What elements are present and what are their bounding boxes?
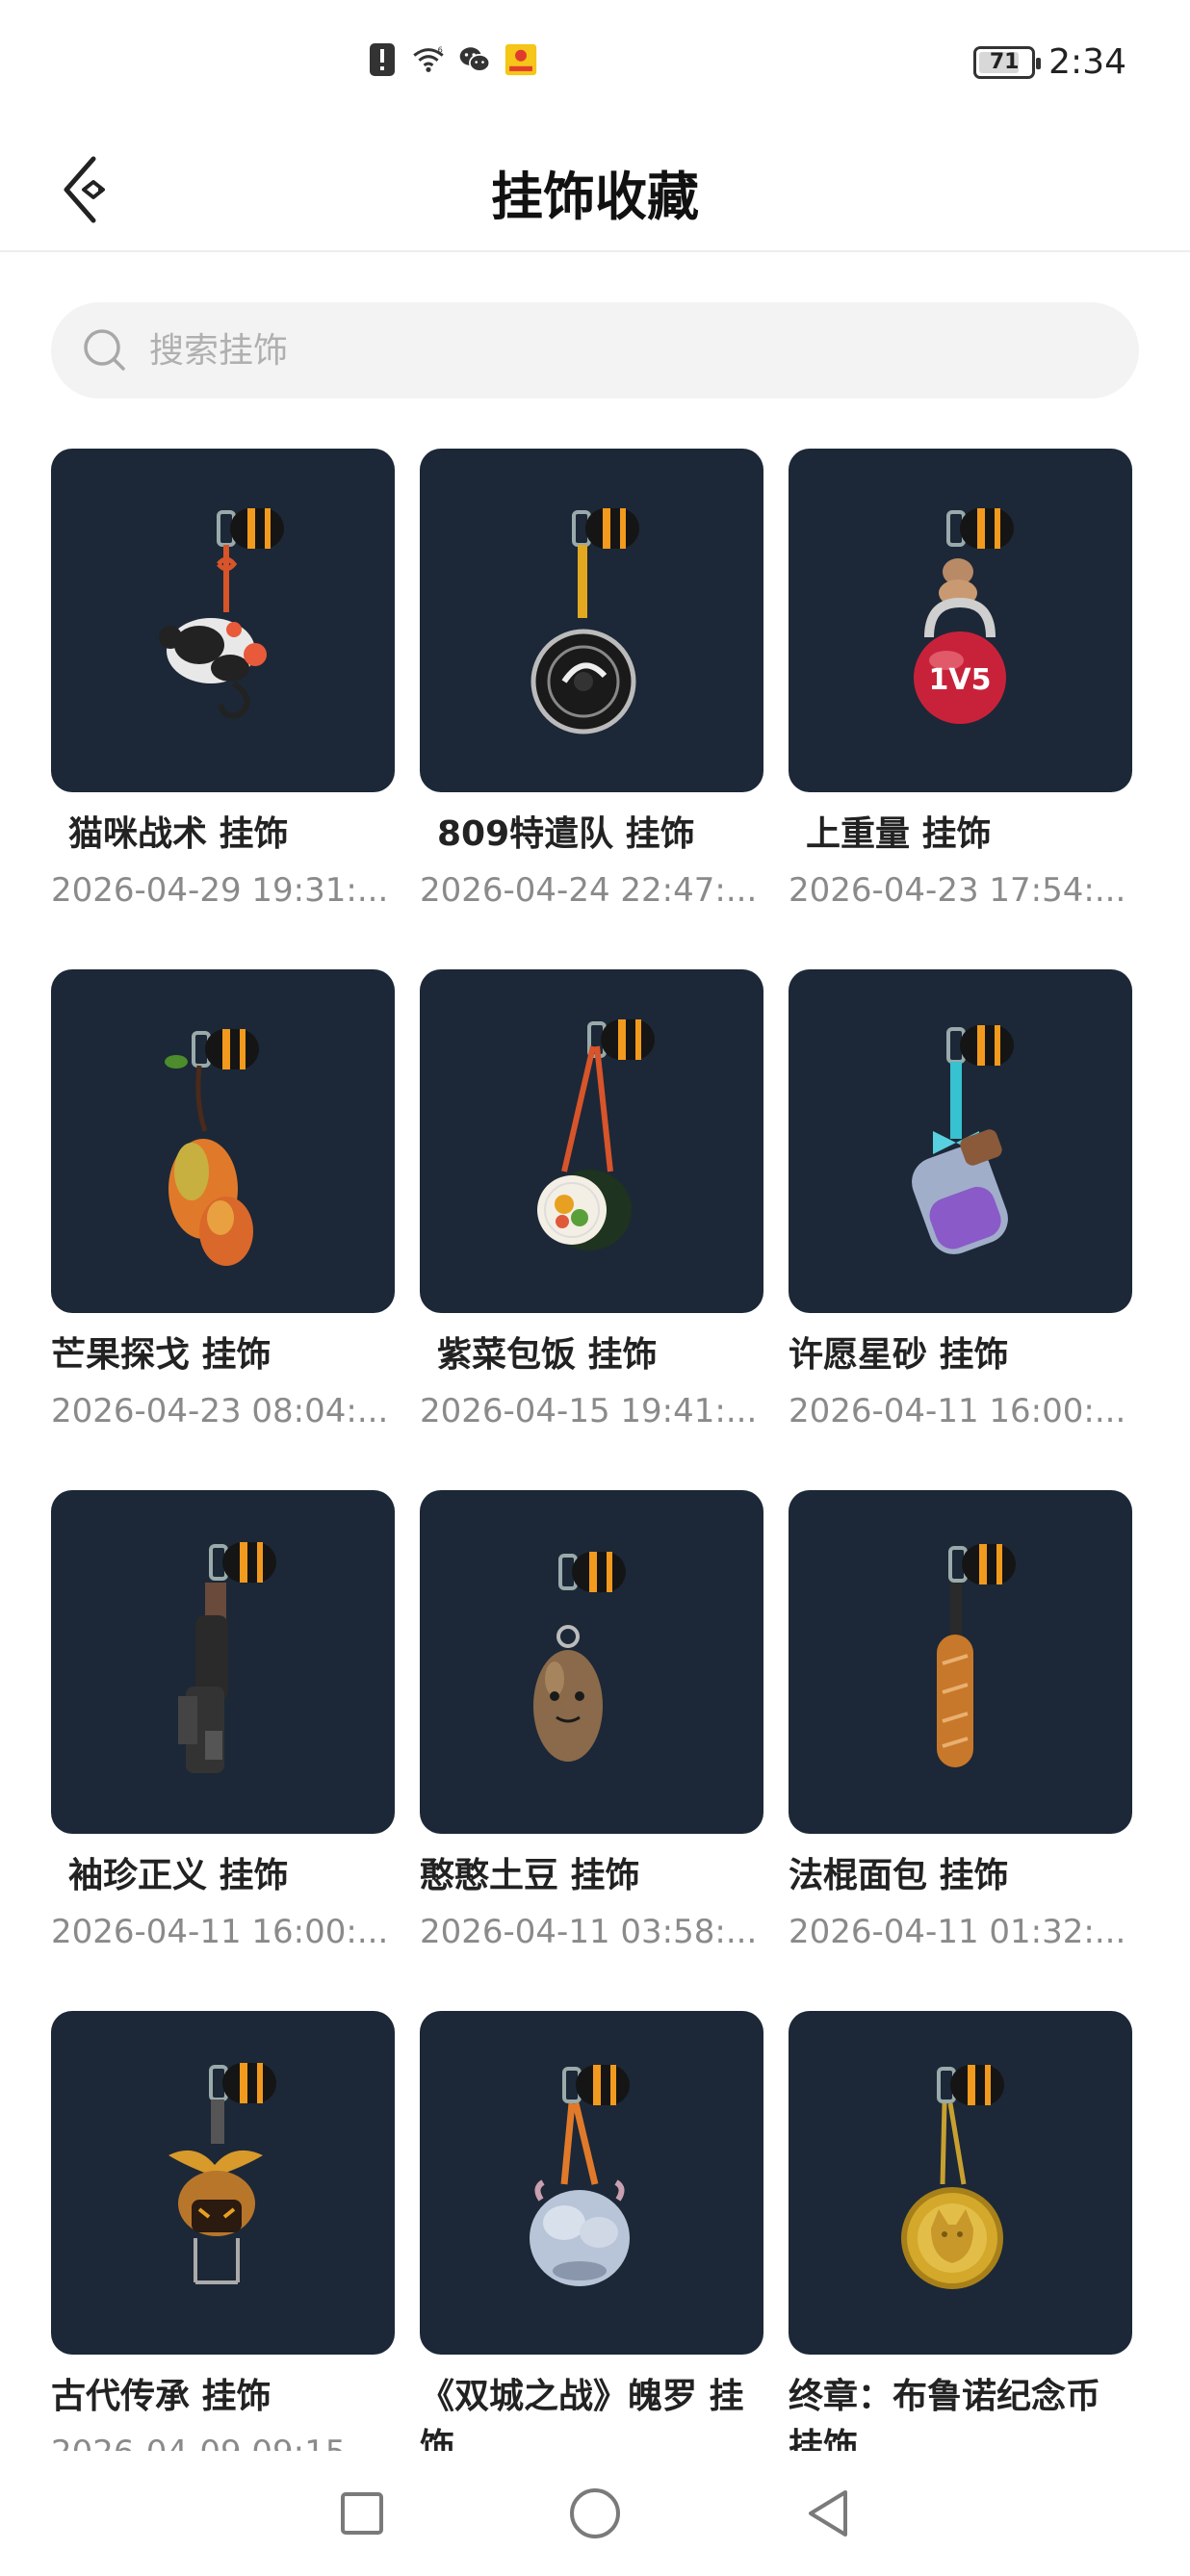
item-thumbnail [420, 969, 763, 1313]
keychain-clip-icon [946, 1025, 1014, 1066]
item-thumbnail [420, 1490, 763, 1834]
recents-square-icon [341, 2492, 383, 2535]
item-name: 终章：布鲁诺纪念币 挂饰 [789, 2377, 1101, 2451]
recents-button[interactable] [327, 2479, 397, 2548]
status-icons: 6 [366, 40, 537, 79]
item-card[interactable]: 古代传承 挂饰 2026-04-09 09:15... [51, 2011, 395, 2451]
home-circle-icon [570, 2488, 620, 2538]
item-thumbnail [51, 1490, 395, 1834]
page-title: 挂饰收藏 [491, 167, 699, 227]
keychain-clip-icon [209, 2063, 276, 2103]
search-bar[interactable] [51, 302, 1139, 399]
item-card[interactable]: 终章：布鲁诺纪念币 挂饰 [789, 2011, 1132, 2451]
item-date: 2026-04-11 01:32:... [789, 1913, 1126, 1951]
keychain-clip-icon [948, 1544, 1016, 1584]
keychain-clip-icon [937, 2065, 1004, 2105]
header: 挂饰收藏 [0, 125, 1190, 252]
item-card[interactable]: 袖珍正义 挂饰 2026-04-11 16:00:... [51, 1490, 395, 2011]
item-card[interactable]: 809特遣队 挂饰 2026-04-24 22:47:... [420, 449, 763, 969]
item-thumbnail [51, 969, 395, 1313]
svg-text:6: 6 [438, 45, 443, 55]
item-name: 紫菜包饭 挂饰 [437, 1335, 658, 1375]
item-thumbnail [420, 449, 763, 792]
kettlebell-charm-icon: 1V5 [914, 597, 1006, 724]
app-notification-icon [504, 40, 537, 79]
status-right: 71 2:34 [973, 42, 1126, 82]
item-thumbnail [420, 2011, 763, 2355]
item-date: 2026-04-29 19:31:... [51, 871, 389, 910]
item-name: 古代传承 挂饰 [51, 2377, 272, 2416]
wechat-icon [458, 40, 491, 79]
keychain-clip-icon [209, 1542, 276, 1583]
item-thumbnail [789, 969, 1132, 1313]
back-triangle-icon [809, 2490, 847, 2537]
item-date: 2026-04-11 16:00:... [789, 1392, 1126, 1430]
keychain-clip-icon [192, 1029, 259, 1069]
kettlebell-label: 1V5 [929, 663, 992, 697]
item-card[interactable]: 猫咪战术 挂饰 2026-04-29 19:31:... [51, 449, 395, 969]
item-name: 芒果探戈 挂饰 [51, 1335, 272, 1375]
keychain-clip-icon [558, 1552, 626, 1592]
baguette-charm-icon [937, 1635, 973, 1767]
item-date: 2026-04-23 17:54:... [789, 871, 1126, 910]
item-name: 809特遣队 挂饰 [437, 814, 695, 854]
item-thumbnail [51, 449, 395, 792]
nav-back-button[interactable] [793, 2479, 863, 2548]
item-card[interactable]: 许愿星砂 挂饰 2026-04-11 16:00:... [789, 969, 1132, 1490]
home-button[interactable] [560, 2479, 630, 2548]
item-card[interactable]: 1V5 上重量 挂饰 2026-04-23 17:54:... [789, 449, 1132, 969]
item-card[interactable]: 芒果探戈 挂饰 2026-04-23 08:04:... [51, 969, 395, 1490]
potato-charm-icon [533, 1650, 603, 1762]
item-name: 袖珍正义 挂饰 [68, 1856, 289, 1895]
battery-level: 71 [989, 50, 1020, 74]
keychain-clip-icon [217, 508, 284, 549]
item-name: 许愿星砂 挂饰 [789, 1335, 1009, 1375]
item-thumbnail [789, 2011, 1132, 2355]
poro-charm-icon [530, 2179, 630, 2286]
item-thumbnail: 1V5 [789, 449, 1132, 792]
item-card[interactable]: 法棍面包 挂饰 2026-04-11 01:32:... [789, 1490, 1132, 2011]
item-date: 2026-04-15 19:41:... [420, 1392, 758, 1430]
item-name: 憨憨土豆 挂饰 [420, 1856, 640, 1895]
clock: 2:34 [1048, 42, 1126, 82]
item-date: 2026-04-09 09:15... [51, 2430, 395, 2451]
mango-charm-icon [168, 1139, 253, 1266]
item-date: 2026-04-24 22:47:... [420, 871, 758, 910]
search-icon [84, 329, 125, 371]
item-thumbnail [789, 1490, 1132, 1834]
item-name: 法棍面包 挂饰 [789, 1856, 1009, 1895]
search-input[interactable] [149, 330, 1016, 371]
item-name: 上重量 挂饰 [806, 814, 992, 854]
battery-icon: 71 [973, 45, 1042, 79]
item-card[interactable]: 憨憨土豆 挂饰 2026-04-11 03:58:... [420, 1490, 763, 2011]
kimbap-charm-icon [537, 1170, 632, 1250]
cat-charm-icon [159, 618, 267, 719]
status-bar: 6 71 2:34 [0, 0, 1190, 125]
item-date: 2026-04-11 03:58:... [420, 1913, 758, 1951]
wifi-icon: 6 [412, 40, 445, 79]
item-thumbnail [51, 2011, 395, 2355]
pistol-charm-icon [178, 1583, 228, 1773]
commemorative-coin-charm-icon [901, 2187, 1003, 2289]
item-card[interactable]: 《双城之战》魄罗 挂饰 [420, 2011, 763, 2451]
samurai-helmet-charm-icon [168, 2150, 263, 2284]
keychain-clip-icon [946, 508, 1014, 549]
keychain-clip-icon [562, 2065, 630, 2105]
round-badge-charm-icon [530, 629, 636, 734]
item-name: 《双城之战》魄罗 挂饰 [420, 2377, 744, 2451]
system-navbar [0, 2451, 1190, 2576]
alert-icon [366, 40, 399, 79]
item-date: 2026-04-23 08:04:... [51, 1392, 389, 1430]
item-date: 2026-04-11 16:00:... [51, 1913, 389, 1951]
item-name: 猫咪战术 挂饰 [68, 814, 289, 854]
bottle-charm-icon [912, 1129, 1008, 1254]
items-grid-scroll[interactable]: 猫咪战术 挂饰 2026-04-29 19:31:... 809特遣队 挂饰 2… [0, 449, 1190, 2451]
keychain-clip-icon [572, 508, 639, 549]
items-grid: 猫咪战术 挂饰 2026-04-29 19:31:... 809特遣队 挂饰 2… [51, 449, 1132, 2451]
item-card[interactable]: 紫菜包饭 挂饰 2026-04-15 19:41:... [420, 969, 763, 1490]
